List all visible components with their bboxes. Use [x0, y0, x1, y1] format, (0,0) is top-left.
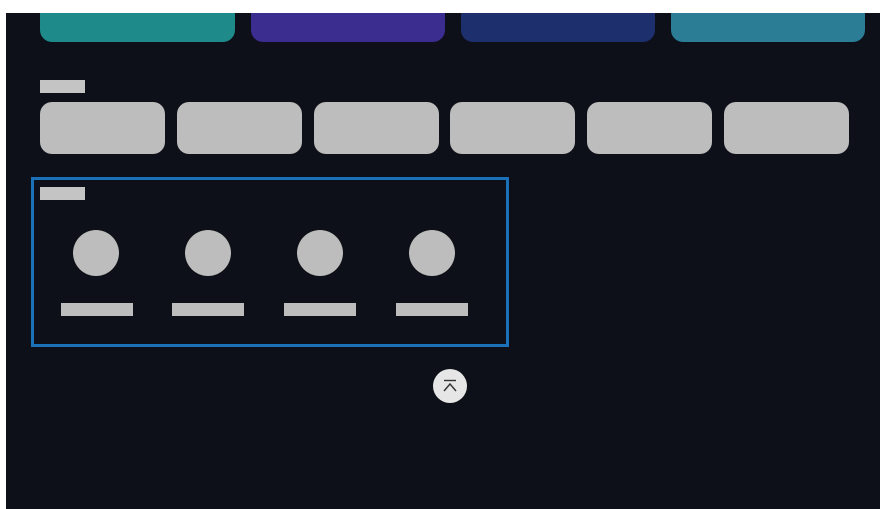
person-avatar-2[interactable] [185, 230, 231, 276]
chip-1[interactable] [40, 102, 165, 154]
top-card-1[interactable] [40, 13, 235, 42]
chip-3[interactable] [314, 102, 439, 154]
people-section-label [40, 187, 85, 200]
person-name-3 [284, 303, 356, 316]
person-avatar-4[interactable] [409, 230, 455, 276]
person-avatar-3[interactable] [297, 230, 343, 276]
app-screen [6, 13, 880, 509]
chevron-up-icon [443, 379, 457, 392]
chip-4[interactable] [450, 102, 575, 154]
top-card-4[interactable] [671, 13, 865, 42]
chip-5[interactable] [587, 102, 712, 154]
person-name-2 [172, 303, 244, 316]
scroll-to-top-button[interactable] [433, 369, 467, 403]
top-card-3[interactable] [461, 13, 655, 42]
chips-section-label [40, 80, 85, 93]
person-name-4 [396, 303, 468, 316]
top-card-2[interactable] [251, 13, 445, 42]
person-name-1 [61, 303, 133, 316]
chip-2[interactable] [177, 102, 302, 154]
person-avatar-1[interactable] [73, 230, 119, 276]
chip-6[interactable] [724, 102, 849, 154]
